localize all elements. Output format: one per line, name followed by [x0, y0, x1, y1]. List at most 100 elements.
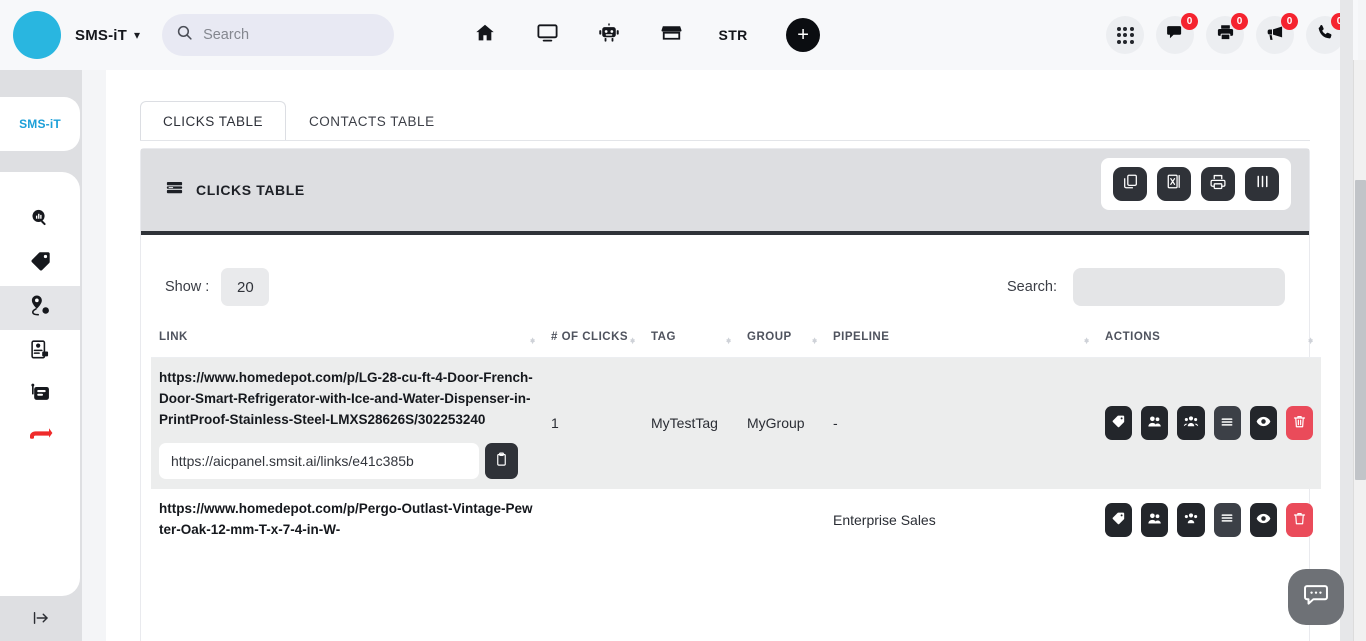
column-label: ACTIONS [1105, 331, 1161, 343]
magnifier-chart-icon [29, 207, 51, 234]
groups-action-button[interactable] [1177, 406, 1205, 441]
sort-icon[interactable]: ▲ ▼ [529, 336, 537, 346]
sort-icon[interactable]: ▲ ▼ [811, 336, 819, 346]
add-button[interactable]: + [786, 18, 821, 52]
table-container: LINK ▲ ▼ # OF CLICKS ▲ ▼ TAG ▲ ▼ GROUP ▲… [141, 313, 1321, 551]
column-header-group[interactable]: GROUP ▲ ▼ [739, 313, 825, 358]
table-search-block: Search: [1007, 268, 1285, 306]
table-row[interactable]: https://www.homedepot.com/p/Pergo-Outlas… [151, 489, 1321, 551]
column-header-link[interactable]: LINK ▲ ▼ [151, 313, 543, 358]
apps-grid-button[interactable] [1106, 16, 1144, 54]
print-button[interactable]: 0 [1206, 13, 1248, 54]
nav-home[interactable] [454, 13, 516, 57]
link-url: https://www.homedepot.com/p/LG-28-cu-ft-… [159, 370, 533, 427]
page-right-strip [1340, 0, 1353, 641]
tab-clicks-table[interactable]: CLICKS TABLE [140, 101, 287, 140]
messages-button[interactable]: 0 [1156, 13, 1198, 54]
cell-clicks: 1 [543, 357, 643, 489]
list-icon [1219, 511, 1235, 528]
cell-link: https://www.homedepot.com/p/Pergo-Outlas… [151, 489, 543, 551]
table-tabs: CLICKS TABLE CONTACTS TABLE [140, 101, 458, 140]
column-label: TAG [651, 331, 676, 343]
group-people-icon [1182, 414, 1200, 432]
scrollbar-thumb[interactable] [1355, 180, 1366, 480]
details-action-button[interactable] [1213, 406, 1241, 441]
printer-icon [1216, 23, 1235, 47]
trash-icon [1292, 511, 1307, 529]
eye-icon [1255, 414, 1272, 432]
card-header: CLICKS TABLE [141, 149, 1309, 235]
page-scrollbar[interactable] [1353, 60, 1366, 641]
short-link-input[interactable] [159, 442, 479, 479]
announcements-button[interactable]: 0 [1256, 13, 1298, 54]
sidebar-item-back[interactable] [0, 418, 80, 462]
delete-action-button[interactable] [1285, 406, 1314, 441]
copy-short-link-button[interactable] [485, 442, 518, 479]
sidebar-item-link-tracking[interactable] [0, 286, 80, 330]
sidebar-item-tags[interactable] [0, 242, 80, 286]
groups-action-button[interactable] [1177, 502, 1205, 537]
sort-icon[interactable]: ▲ ▼ [629, 336, 637, 346]
column-header-pipeline[interactable]: PIPELINE ▲ ▼ [825, 313, 1097, 358]
excel-export-button[interactable] [1157, 167, 1191, 201]
tag-action-button[interactable] [1105, 406, 1133, 441]
sidebar-item-forms[interactable] [0, 330, 80, 374]
tag-icon [1111, 511, 1126, 529]
chevron-down-icon[interactable]: ▾ [134, 29, 140, 41]
details-action-button[interactable] [1213, 502, 1241, 537]
excel-icon [1166, 173, 1183, 195]
table-row[interactable]: https://www.homedepot.com/p/LG-28-cu-ft-… [151, 357, 1321, 489]
clicks-table-card: CLICKS TABLE Show: 20 Search: LINK ▲ ▼ … [140, 148, 1321, 641]
sort-icon[interactable]: ▲ ▼ [725, 336, 733, 346]
eye-icon [1255, 511, 1272, 529]
tag-action-button[interactable] [1105, 502, 1133, 537]
table-search-input[interactable] [1073, 268, 1285, 306]
store-icon [660, 21, 683, 49]
column-header-actions[interactable]: ACTIONS ▲ ▼ [1097, 313, 1321, 358]
print-export-button[interactable] [1201, 167, 1235, 201]
tag-icon [1111, 414, 1126, 432]
sidebar-item-analytics[interactable] [0, 198, 80, 242]
column-label: LINK [159, 331, 188, 343]
chat-icon [1166, 23, 1185, 47]
grid-icon [1116, 26, 1134, 44]
column-header-clicks[interactable]: # OF CLICKS ▲ ▼ [543, 313, 643, 358]
preview-action-button[interactable] [1249, 502, 1277, 537]
column-header-tag[interactable]: TAG ▲ ▼ [643, 313, 739, 358]
location-pin-icon [29, 294, 52, 322]
copy-icon [1122, 173, 1139, 195]
expand-arrow-icon [31, 609, 51, 632]
status-badge: 0 [1231, 13, 1248, 30]
contacts-action-button[interactable] [1141, 502, 1169, 537]
delete-action-button[interactable] [1285, 502, 1314, 537]
preview-action-button[interactable] [1249, 406, 1277, 441]
cell-actions [1097, 489, 1321, 551]
tabs-divider [140, 140, 1310, 141]
chat-widget-button[interactable] [1288, 569, 1344, 625]
nav-store[interactable] [640, 13, 702, 57]
contacts-action-button[interactable] [1141, 406, 1169, 441]
list-icon [1219, 415, 1235, 432]
show-entries-select[interactable]: 20 [221, 268, 270, 306]
brand-name: SMS-iT [75, 26, 128, 44]
table-controls: Show : 20 Search: [141, 235, 1309, 313]
global-search[interactable] [162, 14, 395, 56]
sidebar-item-campaigns[interactable] [0, 374, 80, 418]
column-label: GROUP [747, 331, 792, 343]
nav-robot[interactable] [578, 13, 640, 57]
search-input[interactable] [203, 27, 381, 43]
users-icon [1146, 414, 1163, 432]
calls-button[interactable]: 0 [1306, 13, 1348, 54]
copy-button[interactable] [1113, 167, 1147, 201]
columns-icon [1254, 173, 1271, 195]
nav-str[interactable]: STR [702, 13, 764, 57]
users-icon [1146, 511, 1163, 529]
nav-desktop[interactable] [516, 13, 578, 57]
sidebar-collapse-button[interactable] [0, 600, 82, 640]
table-search-label: Search: [1007, 279, 1057, 295]
tab-contacts-table[interactable]: CONTACTS TABLE [286, 101, 458, 140]
column-visibility-button[interactable] [1245, 167, 1279, 201]
sort-icon[interactable]: ▲ ▼ [1307, 336, 1315, 346]
sort-icon[interactable]: ▲ ▼ [1083, 336, 1091, 346]
row-actions [1105, 502, 1314, 537]
